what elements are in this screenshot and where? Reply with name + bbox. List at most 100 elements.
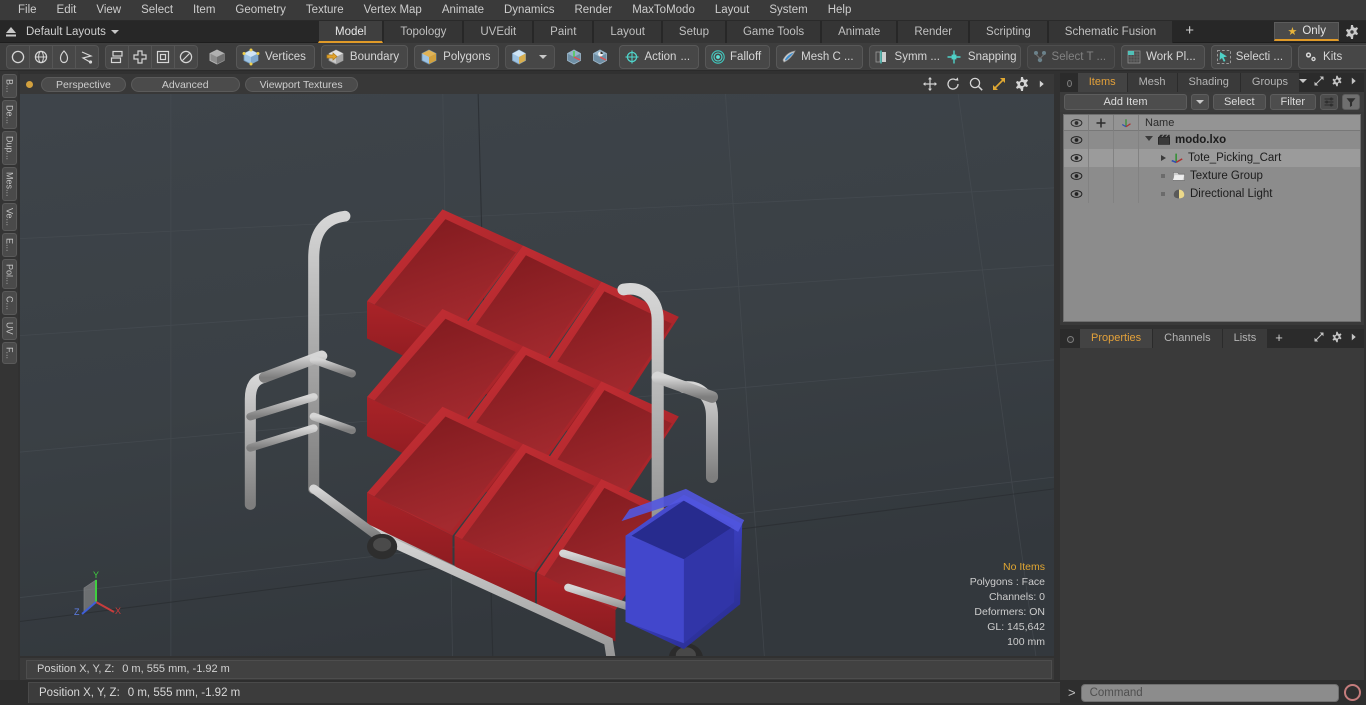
square-in-box-icon[interactable] (151, 45, 174, 68)
chevron-down-icon[interactable] (1145, 136, 1153, 144)
item-row-scene[interactable]: modo.lxo (1139, 132, 1360, 148)
menu-file[interactable]: File (8, 0, 47, 21)
vtab-uv[interactable]: UV (1, 317, 17, 340)
command-input[interactable]: Command (1080, 683, 1339, 702)
row-axis-cell[interactable] (1114, 149, 1139, 167)
vtab-curve[interactable]: C... (1, 291, 17, 316)
row-axis-cell[interactable] (1114, 185, 1139, 203)
row-visibility-eye-icon[interactable] (1064, 149, 1089, 167)
expand-icon[interactable] (1313, 329, 1325, 345)
command-record-icon[interactable] (1344, 684, 1361, 701)
expand-icon[interactable] (1313, 73, 1325, 89)
row-lock-cell[interactable] (1089, 167, 1114, 185)
symmetry-label-wrap[interactable]: Symm ... (892, 46, 943, 68)
menu-system[interactable]: System (759, 0, 817, 21)
vtab-duplicate[interactable]: Dup... (1, 130, 17, 165)
stack-icon[interactable] (106, 46, 128, 68)
falloff-button[interactable]: Falloff (705, 44, 771, 69)
vtab-edge[interactable]: E... (1, 233, 17, 257)
add-tab-button[interactable]: + (1173, 21, 1206, 43)
center-icon[interactable] (128, 45, 151, 68)
table-row[interactable]: modo.lxo (1064, 131, 1360, 149)
tab-uvedit[interactable]: UVEdit (463, 20, 534, 43)
menu-maxtomodo[interactable]: MaxToModo (622, 0, 705, 21)
viewport-projection-button[interactable]: Perspective (41, 76, 126, 92)
filter-button[interactable]: Filter (1269, 94, 1316, 110)
item-row-directional-light[interactable]: Directional Light (1139, 186, 1360, 202)
row-visibility-eye-icon[interactable] (1064, 167, 1089, 185)
gear-icon[interactable] (1331, 73, 1343, 89)
vtab-mesh-edit[interactable]: Mes... (1, 166, 17, 202)
scale-gizmo-icon[interactable] (587, 46, 613, 68)
layout-collapse-icon[interactable] (0, 21, 22, 43)
gear-icon[interactable] (1014, 76, 1030, 92)
properties-panel-menu-dot[interactable] (1067, 336, 1074, 343)
items-panel-menu-dot[interactable] (1067, 80, 1072, 87)
vtab-fusion[interactable]: F... (1, 341, 17, 364)
item-row-texture-group[interactable]: Texture Group (1139, 168, 1360, 184)
work-plane-button[interactable]: Work Pl... (1121, 44, 1205, 69)
rotate-icon[interactable] (945, 76, 961, 92)
row-lock-cell[interactable] (1089, 131, 1114, 149)
filter-funnel-icon[interactable] (1342, 94, 1360, 110)
menu-select[interactable]: Select (131, 0, 183, 21)
chevron-down-icon[interactable] (1299, 79, 1307, 83)
menu-view[interactable]: View (86, 0, 131, 21)
layout-gear-icon[interactable] (1342, 22, 1362, 41)
circle-icon[interactable] (7, 46, 29, 68)
tab-mesh-ops[interactable]: Mesh ... (1126, 73, 1177, 106)
action-center-button[interactable]: Action ... (619, 44, 700, 69)
table-row[interactable]: Directional Light (1064, 185, 1360, 203)
menu-edit[interactable]: Edit (47, 0, 87, 21)
row-lock-cell[interactable] (1089, 185, 1114, 203)
vtab-deform[interactable]: De... (1, 99, 17, 129)
3d-viewport[interactable]: Y X Z No Items Polygons : Face Channels:… (20, 94, 1054, 656)
tab-items[interactable]: Items (1076, 73, 1127, 92)
tab-layout[interactable]: Layout (593, 20, 662, 43)
move-gizmo-icon[interactable] (561, 46, 587, 68)
add-properties-tab-button[interactable]: + (1267, 329, 1290, 348)
menu-geometry[interactable]: Geometry (225, 0, 296, 21)
layout-selector[interactable]: Default Layouts (22, 26, 125, 38)
tab-setup[interactable]: Setup (661, 20, 726, 43)
menu-dynamics[interactable]: Dynamics (494, 0, 564, 21)
snapping-label-wrap[interactable]: Snapping (965, 46, 1020, 68)
tab-schematic-fusion[interactable]: Schematic Fusion (1047, 20, 1174, 43)
viewport-textures-button[interactable]: Viewport Textures (244, 76, 358, 92)
symmetry-icon[interactable] (870, 46, 892, 68)
kits-button[interactable]: Kits (1298, 44, 1366, 69)
curve-icon[interactable] (75, 45, 98, 68)
menu-vertex-map[interactable]: Vertex Map (354, 0, 432, 21)
mesh-constraint-button[interactable]: Mesh C ... (776, 44, 863, 69)
tab-topology[interactable]: Topology (383, 20, 464, 43)
item-row-mesh[interactable]: Tote_Picking_Cart (1139, 150, 1360, 166)
zoom-icon[interactable] (968, 76, 984, 92)
fit-icon[interactable] (991, 76, 1007, 92)
tab-paint[interactable]: Paint (533, 20, 594, 43)
tab-scripting[interactable]: Scripting (969, 20, 1048, 43)
tab-shading[interactable]: Shading (1176, 73, 1240, 92)
only-toggle-button[interactable]: ★ Only (1274, 22, 1339, 41)
menu-texture[interactable]: Texture (296, 0, 354, 21)
vtab-basic[interactable]: B... (1, 74, 17, 98)
menu-layout[interactable]: Layout (705, 0, 760, 21)
tab-lists[interactable]: Lists (1221, 329, 1268, 348)
vtab-vertex[interactable]: Ve... (1, 203, 17, 232)
move-icon[interactable] (922, 76, 938, 92)
list-options-icon[interactable] (1320, 94, 1338, 110)
item-tree-list[interactable]: Name modo.lxo Tote_Picking_Cart Texture … (1063, 114, 1361, 322)
select-button[interactable]: Select (1212, 94, 1266, 110)
chevron-right-icon[interactable] (1161, 155, 1166, 161)
viewport-menu-dot[interactable] (26, 80, 33, 88)
row-visibility-eye-icon[interactable] (1064, 131, 1089, 149)
row-lock-cell[interactable] (1089, 149, 1114, 167)
material-cube-icon[interactable] (506, 46, 532, 68)
tab-properties[interactable]: Properties (1079, 329, 1153, 348)
properties-content-area[interactable] (1060, 348, 1364, 680)
menu-help[interactable]: Help (818, 0, 862, 21)
menu-animate[interactable]: Animate (432, 0, 494, 21)
tab-game-tools[interactable]: Game Tools (725, 20, 822, 43)
vertices-mode-button[interactable]: Vertices (236, 44, 315, 69)
selection-set-button[interactable]: Selecti ... (1210, 44, 1293, 69)
row-axis-cell[interactable] (1114, 167, 1139, 185)
